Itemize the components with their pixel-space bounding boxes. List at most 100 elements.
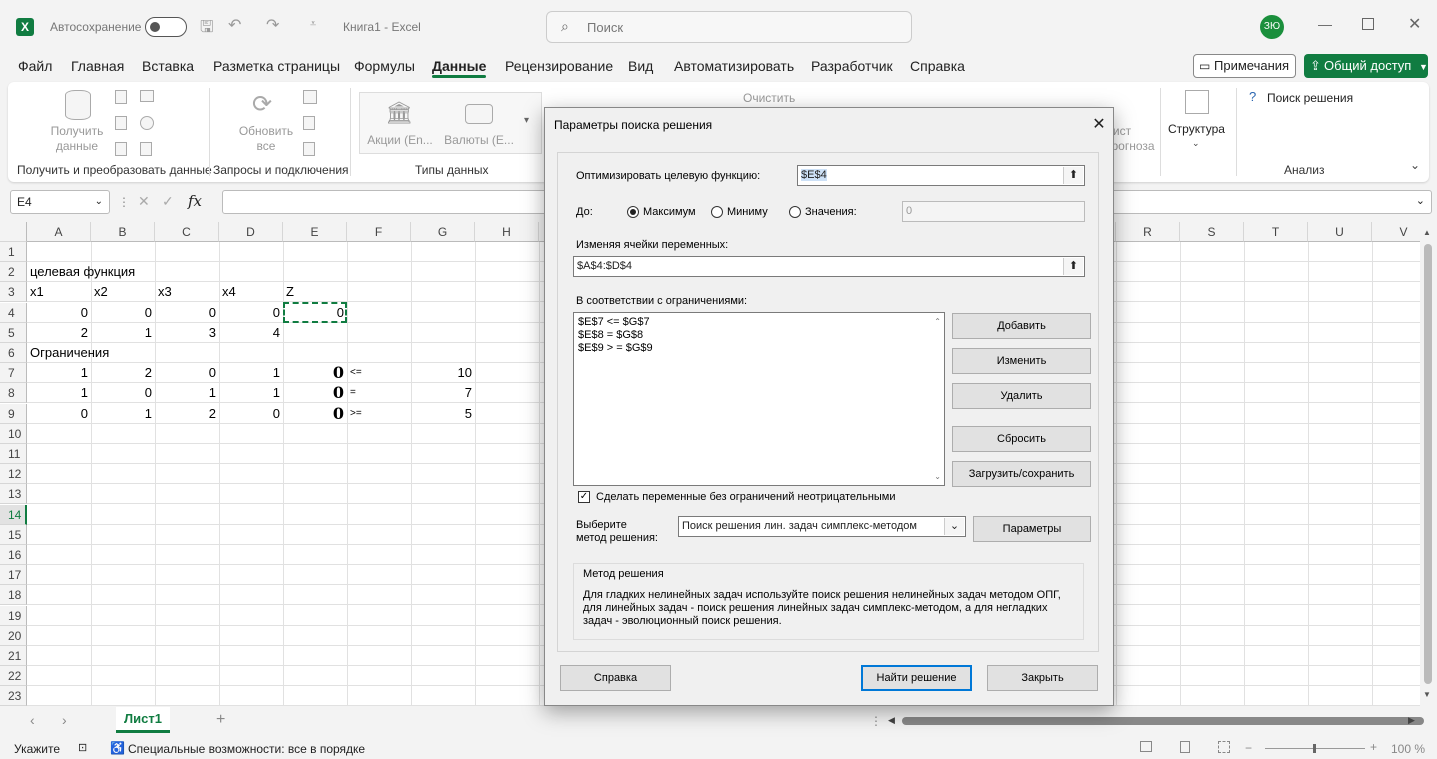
from-text-icon[interactable] (115, 90, 127, 104)
dialog-close-icon[interactable]: ✕ (1091, 114, 1107, 134)
row-header[interactable]: 22 (0, 666, 27, 687)
cell-d5[interactable]: 4 (219, 323, 283, 343)
add-sheet-icon[interactable]: + (216, 711, 225, 729)
cell-g7[interactable]: 10 (411, 363, 475, 383)
scroll-up-icon[interactable]: ⌃ (934, 317, 941, 326)
zoom-in-icon[interactable]: + (1370, 740, 1377, 754)
refresh-all-button[interactable]: Обновить все (232, 124, 300, 154)
cell-c7[interactable]: 0 (155, 363, 219, 383)
get-data-button[interactable]: Получить данные (42, 124, 112, 154)
row-header[interactable]: 8 (0, 383, 27, 404)
column-header[interactable]: B (91, 222, 155, 242)
tab-insert[interactable]: Вставка (142, 58, 194, 74)
cell-b4[interactable]: 0 (91, 303, 155, 323)
changing-cells-input[interactable]: $A$4:$D$4 ⬆ (573, 256, 1085, 277)
tab-data[interactable]: Данные (432, 58, 487, 78)
column-header[interactable]: C (155, 222, 219, 242)
range-picker-icon[interactable]: ⬆ (1063, 167, 1083, 184)
cell-d9[interactable]: 0 (219, 404, 283, 424)
column-header[interactable]: A (27, 222, 91, 242)
row-header[interactable]: 10 (0, 423, 27, 444)
notes-button[interactable]: ▭ Примечания (1193, 54, 1296, 78)
radio-max-indicator[interactable] (627, 206, 639, 218)
zoom-slider-thumb[interactable] (1313, 744, 1316, 753)
cell-c4[interactable]: 0 (155, 303, 219, 323)
constraint-item[interactable]: $E$9 > = $G$9 (578, 342, 940, 355)
cell-e3[interactable]: Z (283, 282, 347, 302)
cell-c3[interactable]: x3 (155, 282, 219, 302)
zoom-level[interactable]: 100 % (1391, 742, 1425, 756)
scroll-down-icon[interactable]: ⌄ (934, 472, 941, 481)
radio-min[interactable]: Миниму (711, 206, 768, 218)
close-window-icon[interactable]: ✕ (1408, 14, 1421, 34)
share-button[interactable]: ⇪ Общий доступ ▼ (1304, 54, 1428, 78)
cell-f9[interactable]: >= (347, 404, 411, 424)
cell-a6[interactable]: Ограничения (27, 343, 227, 363)
select-all-corner[interactable] (0, 222, 27, 242)
tab-formulas[interactable]: Формулы (354, 58, 415, 74)
cell-b3[interactable]: x2 (91, 282, 155, 302)
constraint-item[interactable]: $E$8 = $G$8 (578, 329, 940, 342)
tab-home[interactable]: Главная (71, 58, 124, 74)
scroll-thumb[interactable] (1424, 244, 1432, 684)
cell-e7[interactable]: 0 (283, 363, 347, 383)
scroll-left-icon[interactable]: ◀ (888, 715, 895, 726)
prev-sheet-icon[interactable]: ‹ (30, 712, 35, 728)
search-box[interactable]: ⌕ Поиск (546, 11, 912, 43)
reset-all-button[interactable]: Сбросить (952, 426, 1091, 452)
tab-review[interactable]: Рецензирование (505, 58, 613, 74)
row-header[interactable]: 15 (0, 524, 27, 545)
edit-links-icon[interactable] (303, 142, 315, 156)
column-header[interactable]: G (411, 222, 475, 242)
maximize-icon[interactable] (1362, 18, 1374, 30)
row-header[interactable]: 7 (0, 363, 27, 384)
properties-icon[interactable] (303, 116, 315, 130)
cell-a4[interactable]: 0 (27, 303, 91, 323)
objective-input[interactable]: $E$4 ⬆ (797, 165, 1085, 186)
row-header[interactable]: 6 (0, 343, 27, 363)
avatar[interactable]: ЗЮ (1260, 15, 1284, 39)
expand-formula-icon[interactable]: ⌄ (1416, 194, 1425, 207)
cell-b9[interactable]: 1 (91, 404, 155, 424)
row-header[interactable]: 20 (0, 625, 27, 646)
enter-icon[interactable]: ✓ (162, 193, 174, 210)
constraints-list[interactable]: $E$7 <= $G$7 $E$8 = $G$8 $E$9 > = $G$9 ⌃… (573, 312, 945, 486)
tab-developer[interactable]: Разработчик (811, 58, 893, 74)
cell-a2[interactable]: целевая функция (27, 262, 227, 282)
cell-a8[interactable]: 1 (27, 383, 91, 403)
value-of-input[interactable]: 0 (902, 201, 1085, 222)
tab-help[interactable]: Справка (910, 58, 965, 74)
customize-qat-icon[interactable]: ⩡ (310, 18, 316, 31)
zoom-out-icon[interactable]: − (1245, 741, 1252, 755)
cell-b5[interactable]: 1 (91, 323, 155, 343)
method-select[interactable]: Поиск решения лин. задач симплекс-методо… (678, 516, 966, 537)
nonnegative-option[interactable]: ✓ Сделать переменные без ограничений нео… (578, 491, 896, 503)
outline-button[interactable]: Структура (1168, 122, 1225, 136)
cell-c8[interactable]: 1 (155, 383, 219, 403)
from-file-icon[interactable] (140, 142, 152, 156)
radio-max[interactable]: Максимум (627, 206, 696, 218)
load-save-button[interactable]: Загрузить/сохранить (952, 461, 1091, 487)
collapse-ribbon-icon[interactable]: ⌄ (1410, 158, 1420, 172)
autosave-toggle[interactable] (145, 17, 187, 37)
change-constraint-button[interactable]: Изменить (952, 348, 1091, 374)
nonnegative-checkbox[interactable]: ✓ (578, 491, 590, 503)
cell-f7[interactable]: <= (347, 363, 411, 383)
cancel-icon[interactable]: ✕ (138, 193, 150, 210)
row-header[interactable]: 21 (0, 646, 27, 666)
cell-a9[interactable]: 0 (27, 404, 91, 424)
minimize-icon[interactable]: — (1318, 16, 1332, 32)
constraint-item[interactable]: $E$7 <= $G$7 (578, 316, 940, 329)
stocks-button[interactable]: Акции (En... (365, 133, 435, 148)
row-header[interactable]: 2 (0, 262, 27, 283)
row-header[interactable]: 9 (0, 403, 27, 424)
row-header[interactable]: 17 (0, 565, 27, 586)
redo-icon[interactable]: ↷ (266, 15, 279, 35)
solve-button[interactable]: Найти решение (861, 665, 972, 691)
page-layout-view-icon[interactable] (1180, 741, 1190, 753)
column-header[interactable]: D (219, 222, 283, 242)
cell-c9[interactable]: 2 (155, 404, 219, 424)
recent-sources-icon[interactable] (140, 116, 154, 130)
row-header[interactable]: 18 (0, 585, 27, 606)
cell-a5[interactable]: 2 (27, 323, 91, 343)
